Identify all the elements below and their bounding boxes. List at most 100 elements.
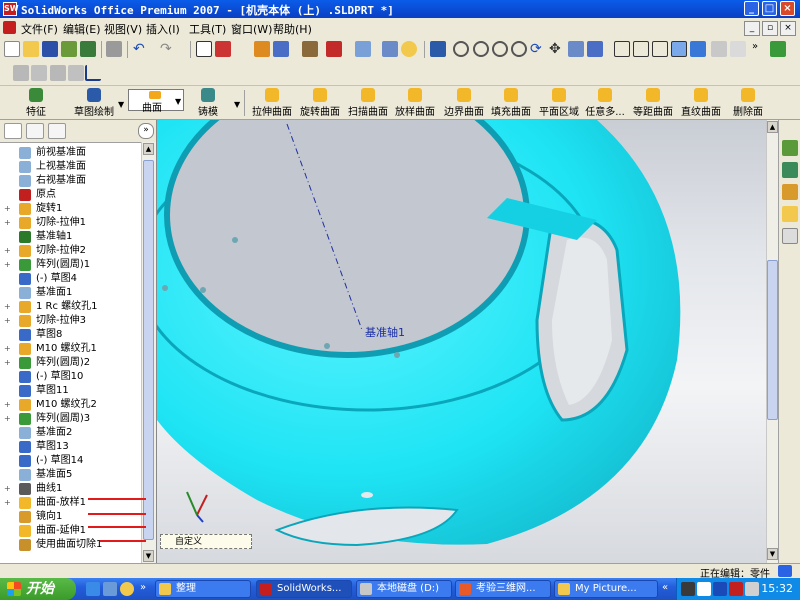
- custom-tab[interactable]: 自定义: [160, 534, 252, 549]
- cmd-delete-face[interactable]: 删除面: [728, 88, 768, 118]
- doc-minimize-button[interactable]: _: [744, 21, 760, 36]
- pan-icon[interactable]: ✥: [549, 41, 565, 57]
- expand-plus-icon[interactable]: +: [4, 219, 11, 227]
- disabled-tool-1-icon[interactable]: [13, 65, 29, 81]
- tree-item[interactable]: + 阵列(圆周)1: [0, 258, 141, 272]
- clock-icon[interactable]: [302, 41, 318, 57]
- document-icon[interactable]: [3, 21, 16, 34]
- save-icon[interactable]: [42, 41, 58, 57]
- tree-item[interactable]: + 旋转1: [0, 202, 141, 216]
- hidden-lines-removed-icon[interactable]: [652, 41, 668, 57]
- expand-plus-icon[interactable]: +: [4, 359, 11, 367]
- menu-window[interactable]: 窗口(W): [231, 21, 272, 37]
- disabled-tool-3-icon[interactable]: [50, 65, 66, 81]
- cmd-offset-surface[interactable]: 等距曲面: [631, 88, 675, 118]
- help-status-icon[interactable]: [778, 565, 792, 577]
- cmd-extruded-surface[interactable]: 拉伸曲面: [250, 88, 294, 118]
- menu-view[interactable]: 视图(V): [104, 21, 142, 37]
- expand-plus-icon[interactable]: +: [4, 317, 11, 325]
- quicklaunch-overflow-icon[interactable]: »: [140, 582, 146, 593]
- tree-item[interactable]: + 切除-拉伸3: [0, 314, 141, 328]
- property-manager-tab[interactable]: [26, 123, 44, 139]
- cmd-ruled-surface[interactable]: 直纹曲面: [679, 88, 723, 118]
- zoom-area-icon[interactable]: [473, 41, 489, 57]
- shadow-icon[interactable]: [711, 41, 727, 57]
- tree-item[interactable]: + 阵列(圆周)3: [0, 412, 141, 426]
- properties-icon[interactable]: [382, 41, 398, 57]
- maximize-button[interactable]: □: [762, 1, 777, 16]
- expand-plus-icon[interactable]: +: [4, 261, 11, 269]
- menu-tools[interactable]: 工具(T): [189, 21, 226, 37]
- tree-scrollbar[interactable]: ▲ ▼: [141, 142, 156, 564]
- cmd-freeform[interactable]: 任意多...: [583, 88, 627, 118]
- show-desktop-icon[interactable]: [103, 582, 117, 596]
- tray-volume-icon[interactable]: [745, 582, 759, 596]
- cmd-sketch[interactable]: 草图绘制: [70, 88, 118, 118]
- appearances-icon[interactable]: [782, 228, 798, 244]
- start-button[interactable]: 开始: [0, 578, 76, 600]
- disabled-tool-4-icon[interactable]: [68, 65, 84, 81]
- file-explorer-icon[interactable]: [782, 184, 798, 200]
- cmd-planar-surface[interactable]: 平面区域: [537, 88, 581, 118]
- open-icon[interactable]: [23, 41, 39, 57]
- rotate-icon[interactable]: ⟳: [530, 41, 546, 57]
- tree-item[interactable]: (-) 草图4: [0, 272, 141, 286]
- graphics-viewport[interactable]: 基准轴1: [157, 120, 766, 564]
- help-icon[interactable]: [401, 41, 417, 57]
- scroll-up-button[interactable]: ▲: [767, 121, 778, 133]
- expand-plus-icon[interactable]: +: [4, 401, 11, 409]
- wireframe-icon[interactable]: [614, 41, 630, 57]
- tray-network-icon[interactable]: [713, 582, 727, 596]
- tree-item[interactable]: + 曲线1: [0, 482, 141, 496]
- tree-item[interactable]: + M10 螺纹孔2: [0, 398, 141, 412]
- configuration-manager-tab[interactable]: [48, 123, 66, 139]
- cmd-mold[interactable]: 铸模: [190, 88, 226, 118]
- 3d-box-icon[interactable]: [326, 41, 342, 57]
- task-solidworks[interactable]: SolidWorks...: [256, 580, 352, 598]
- expand-plus-icon[interactable]: +: [4, 205, 11, 213]
- design-library-icon[interactable]: [782, 162, 798, 178]
- toolbar-overflow-icon[interactable]: »: [752, 41, 758, 52]
- cmd-revolved-surface[interactable]: 旋转曲面: [298, 88, 342, 118]
- tree-item[interactable]: 右视基准面: [0, 174, 141, 188]
- zoom-in-out-icon[interactable]: [492, 41, 508, 57]
- tree-item[interactable]: (-) 草图10: [0, 370, 141, 384]
- taskbar-overflow-icon[interactable]: «: [662, 582, 668, 593]
- cmd-features[interactable]: 特征: [20, 88, 52, 118]
- dropdown-arrow-icon[interactable]: ▼: [175, 97, 181, 106]
- view-palette-icon[interactable]: [782, 206, 798, 222]
- shaded-icon[interactable]: [690, 41, 706, 57]
- task-my-pictures[interactable]: My Picture...: [554, 580, 658, 598]
- view-orientation-icon[interactable]: [587, 41, 603, 57]
- disabled-tool-2-icon[interactable]: [31, 65, 47, 81]
- zoom-selection-icon[interactable]: [511, 41, 527, 57]
- expand-plus-icon[interactable]: +: [4, 485, 11, 493]
- menu-insert[interactable]: 插入(I): [146, 21, 180, 37]
- resources-icon[interactable]: [782, 140, 798, 156]
- tree-item[interactable]: + M10 螺纹孔1: [0, 342, 141, 356]
- scroll-up-button[interactable]: ▲: [143, 143, 154, 155]
- surfaces-tab[interactable]: 曲面 ▼: [128, 89, 184, 114]
- tray-app-icon[interactable]: [681, 582, 695, 596]
- tray-help-icon[interactable]: [697, 582, 711, 596]
- dropdown-arrow-icon[interactable]: ▼: [118, 100, 124, 109]
- cmd-boundary-surface[interactable]: 边界曲面: [442, 88, 486, 118]
- scroll-down-button[interactable]: ▼: [767, 548, 778, 560]
- addins-icon[interactable]: [770, 41, 786, 57]
- options-grid-icon[interactable]: [254, 41, 270, 57]
- clock[interactable]: 15:32: [761, 582, 793, 595]
- tree-item[interactable]: 原点: [0, 188, 141, 202]
- new-icon[interactable]: [4, 41, 20, 57]
- cmd-filled-surface[interactable]: 填充曲面: [489, 88, 533, 118]
- datum-axis-label[interactable]: 基准轴1: [365, 324, 405, 340]
- doc-close-button[interactable]: ×: [780, 21, 796, 36]
- display-panel-icon[interactable]: [355, 41, 371, 57]
- shaded-edges-icon[interactable]: [671, 41, 687, 57]
- tree-item[interactable]: 基准面5: [0, 468, 141, 482]
- expand-plus-icon[interactable]: +: [4, 247, 11, 255]
- dropdown-arrow-icon[interactable]: ▼: [234, 100, 240, 109]
- title-bar[interactable]: SW SolidWorks Office Premium 2007 - [机壳本…: [0, 0, 800, 18]
- tray-antivirus-icon[interactable]: [729, 582, 743, 596]
- tree-item[interactable]: 基准轴1: [0, 230, 141, 244]
- zoom-fit-icon[interactable]: [453, 41, 469, 57]
